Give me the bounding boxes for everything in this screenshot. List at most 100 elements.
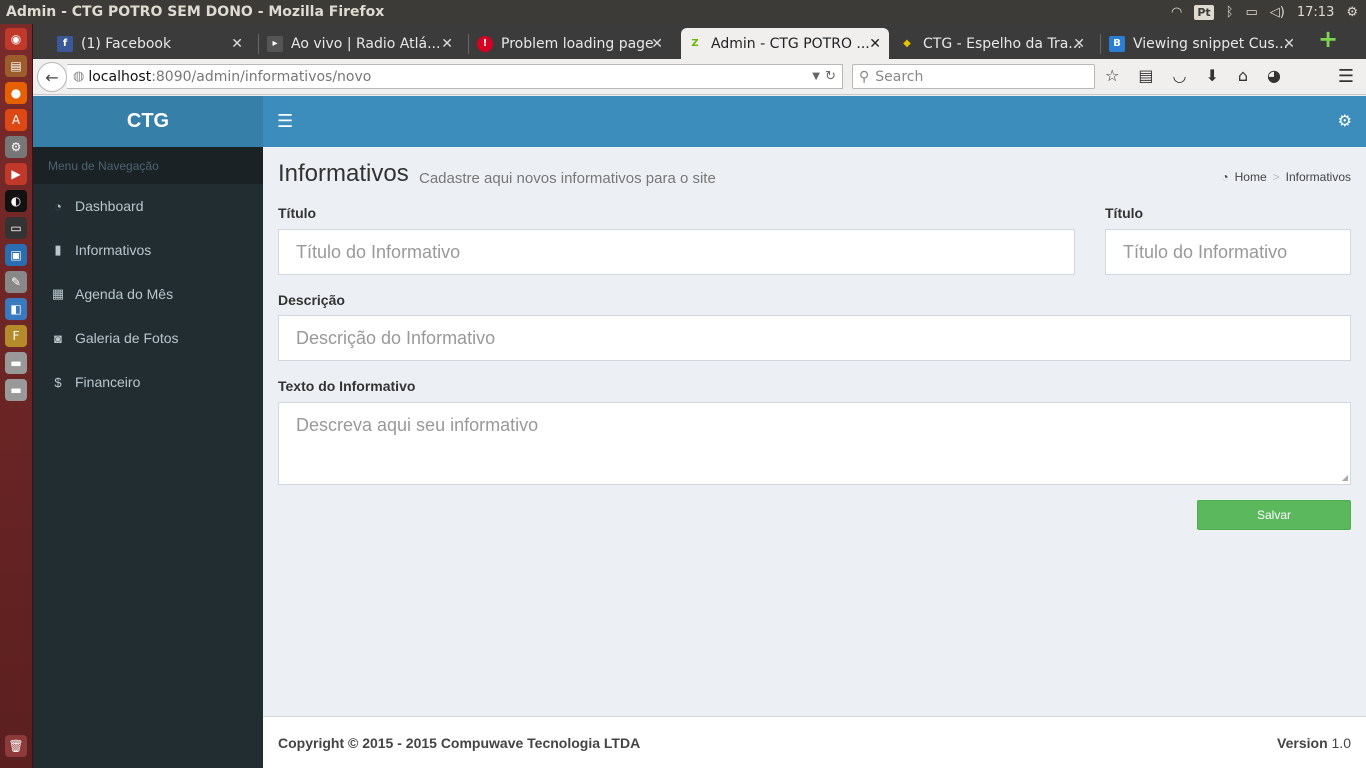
software-center-icon[interactable]: A	[5, 109, 27, 131]
globe-icon: ◍	[73, 69, 85, 84]
text-editor-icon[interactable]: ✎	[5, 271, 27, 293]
cogs-icon[interactable]: ⚙	[1338, 111, 1352, 130]
texto-textarea[interactable]: Descreva aqui seu informativo ◢	[278, 402, 1351, 485]
chat-icon[interactable]: ◕	[1267, 66, 1281, 85]
sidebar-item-label: Dashboard	[75, 198, 144, 214]
dollar-icon: $	[54, 374, 62, 390]
tab-label: Ao vivo | Radio Atlá...	[291, 35, 441, 52]
sidebar-item-label: Financeiro	[75, 374, 141, 390]
descricao-label: Descrição	[278, 292, 345, 308]
close-tab-icon[interactable]: ✕	[231, 36, 243, 52]
back-arrow-icon[interactable]: ←	[37, 62, 67, 92]
app-footer: Copyright © 2015 - 2015 Compuwave Tecnol…	[263, 716, 1366, 768]
version-label: Version	[1277, 735, 1328, 751]
tab-bootstrap-snippet[interactable]: B Viewing snippet Cus... ✕	[1103, 28, 1303, 59]
sidebar-item-label: Agenda do Mês	[75, 286, 174, 302]
url-bar[interactable]: ◍ localhost :8090/admin/informativos/nov…	[67, 64, 843, 89]
diagram-app-icon[interactable]: ◧	[5, 298, 27, 320]
titulo-input[interactable]: Título do Informativo	[278, 229, 1075, 275]
search-placeholder: Search	[875, 68, 924, 85]
browser-tab-bar: f (1) Facebook ✕ ▸ Ao vivo | Radio Atlá.…	[33, 24, 1366, 59]
shield-icon: ◆	[903, 38, 911, 49]
trash-icon[interactable]: 🗑	[5, 735, 27, 757]
bookmark-star-icon[interactable]: ☆	[1105, 66, 1119, 85]
tab-admin-ctg[interactable]: Z Admin - CTG POTRO ... ✕	[681, 28, 889, 59]
close-tab-icon[interactable]: ✕	[1283, 36, 1295, 52]
drive-icon[interactable]: ▬	[5, 352, 27, 374]
camera-icon: ◙	[54, 330, 62, 346]
reload-icon[interactable]: ↻	[825, 69, 836, 84]
download-icon[interactable]: ⬇	[1205, 66, 1218, 85]
close-tab-icon[interactable]: ✕	[651, 36, 663, 52]
volume-icon[interactable]: ◁)	[1270, 5, 1285, 20]
sidebar-item-informativos[interactable]: ▮ Informativos	[33, 228, 263, 272]
virtualbox-icon[interactable]: ▣	[5, 244, 27, 266]
version-text: Version 1.0	[1277, 735, 1351, 751]
app-sidebar: CTG Menu de Navegação ◔ Dashboard ▮ Info…	[33, 96, 263, 768]
search-icon: ⚲	[859, 68, 870, 85]
keyboard-layout-indicator[interactable]: Pt	[1194, 4, 1214, 20]
close-tab-icon[interactable]: ✕	[441, 36, 453, 52]
terminal-icon[interactable]: ▭	[5, 217, 27, 239]
titulo2-label: Título	[1105, 205, 1144, 221]
unity-launcher: ◉ ▤ ● A ⚙ ▶ ◐ ▭ ▣ ✎ ◧ F ▬ ▬ 🗑	[0, 24, 33, 768]
sidebar-item-financeiro[interactable]: $ Financeiro	[33, 360, 263, 404]
descricao-input[interactable]: Descrição do Informativo	[278, 315, 1351, 361]
battery-icon[interactable]: ▭	[1246, 5, 1258, 20]
tab-problem-loading[interactable]: ! Problem loading page ✕	[471, 28, 671, 59]
sidebar-item-label: Galeria de Fotos	[75, 330, 179, 346]
close-tab-icon[interactable]: ✕	[1073, 36, 1085, 52]
browser-navbar: ← ◍ localhost :8090/admin/informativos/n…	[33, 59, 1366, 95]
tab-facebook[interactable]: f (1) Facebook ✕	[51, 28, 251, 59]
sidebar-item-label: Informativos	[75, 242, 152, 258]
page-title: Informativos	[278, 160, 409, 187]
main-content: Informativos Cadastre aqui novos informa…	[263, 147, 1366, 716]
app-icon[interactable]: ◐	[5, 190, 27, 212]
titulo2-input[interactable]: Título do Informativo	[1105, 229, 1351, 275]
search-input[interactable]: ⚲ Search	[852, 64, 1095, 89]
app-logo[interactable]: CTG	[33, 96, 263, 147]
youtube-app-icon[interactable]: ▶	[5, 163, 27, 185]
clock[interactable]: 17:13	[1297, 5, 1334, 20]
tab-label: (1) Facebook	[81, 35, 172, 52]
sidebar-item-agenda[interactable]: ▦ Agenda do Mês	[33, 272, 263, 316]
breadcrumb-current: Informativos	[1285, 170, 1351, 184]
ubuntu-dash-icon[interactable]: ◉	[5, 28, 27, 50]
wifi-icon[interactable]: ◠	[1171, 5, 1182, 20]
resize-handle-icon[interactable]: ◢	[1342, 473, 1348, 482]
sidebar-toggle-icon[interactable]: ☰	[277, 111, 293, 132]
tab-radio[interactable]: ▸ Ao vivo | Radio Atlá... ✕	[261, 28, 461, 59]
firefox-menu-icon[interactable]: ☰	[1338, 66, 1354, 87]
filezilla-icon[interactable]: F	[5, 325, 27, 347]
window-title: Admin - CTG POTRO SEM DONO - Mozilla Fir…	[6, 4, 385, 20]
bookmark-icon: ▮	[54, 242, 62, 257]
home-icon[interactable]: ⌂	[1238, 66, 1248, 85]
reading-list-icon[interactable]: ▤	[1138, 66, 1153, 85]
close-tab-icon[interactable]: ✕	[869, 36, 881, 52]
tab-label: Viewing snippet Cus...	[1133, 35, 1288, 52]
drive-icon-2[interactable]: ▬	[5, 379, 27, 401]
titulo-label: Título	[278, 205, 317, 221]
app-header: ☰ ⚙	[263, 96, 1366, 147]
tab-ctg-espelho[interactable]: ◆ CTG - Espelho da Tra... ✕	[893, 28, 1093, 59]
facebook-icon: f	[57, 35, 73, 52]
system-settings-icon[interactable]: ⚙	[5, 136, 27, 158]
version-value: 1.0	[1331, 735, 1351, 751]
save-button[interactable]: Salvar	[1197, 500, 1351, 530]
dashboard-icon: ◔	[54, 198, 62, 214]
files-icon[interactable]: ▤	[5, 55, 27, 77]
dashboard-icon: ◔	[1221, 170, 1229, 184]
sidebar-item-galeria[interactable]: ◙ Galeria de Fotos	[33, 316, 263, 360]
os-title-bar: Admin - CTG POTRO SEM DONO - Mozilla Fir…	[0, 0, 1366, 24]
new-tab-plus-icon[interactable]: +	[1318, 27, 1338, 51]
settings-gear-icon[interactable]: ⚙	[1346, 5, 1358, 20]
pocket-icon[interactable]: ◡	[1172, 66, 1186, 85]
url-dropdown-icon[interactable]: ▼	[812, 71, 820, 82]
bluetooth-icon[interactable]: ᛒ	[1226, 5, 1234, 20]
texto-label: Texto do Informativo	[278, 378, 416, 394]
page-subtitle: Cadastre aqui novos informativos para o …	[419, 170, 716, 187]
firefox-icon[interactable]: ●	[5, 82, 27, 104]
sidebar-item-dashboard[interactable]: ◔ Dashboard	[33, 184, 263, 228]
url-path: :8090/admin/informativos/novo	[151, 68, 372, 85]
breadcrumb-home[interactable]: Home	[1235, 170, 1267, 184]
